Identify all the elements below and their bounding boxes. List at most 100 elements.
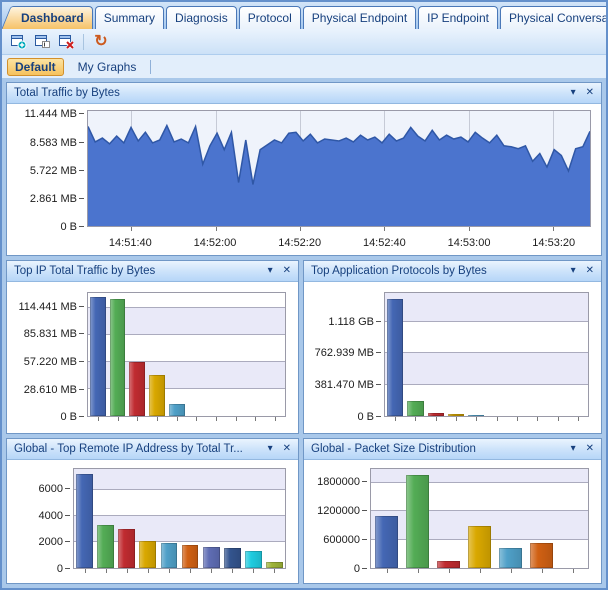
bar (530, 542, 553, 568)
y-tick-label: 0 (353, 563, 360, 575)
bar (181, 544, 199, 568)
x-tick-label: 14:52:00 (193, 237, 237, 249)
y-tick-label: 28.610 MB (23, 383, 77, 396)
bar (139, 541, 157, 568)
tab-protocol[interactable]: Protocol (238, 6, 301, 29)
panel-title: Global - Packet Size Distribution (311, 443, 476, 455)
panel-title: Total Traffic by Bytes (14, 87, 120, 99)
x-slot-tick (232, 569, 234, 573)
x-tick-label: 14:51:40 (108, 237, 152, 249)
rename-dashboard-window-button[interactable] (32, 32, 52, 52)
panel-header: Total Traffic by Bytes ▾ ✕ (7, 83, 601, 104)
gridline (74, 514, 285, 516)
traffic-area-series (88, 111, 590, 226)
subtab-default[interactable]: Default (7, 57, 64, 76)
bar (387, 298, 404, 416)
panel-top-protocols: Top Application Protocols by Bytes ▾ ✕ 0… (303, 260, 602, 434)
x-slot-tick (395, 417, 397, 421)
panel-packet-size: Global - Packet Size Distribution ▾ ✕ 0 6… (303, 438, 602, 584)
x-slot-tick (386, 569, 388, 573)
y-tick (79, 169, 84, 171)
panel-menu-icon[interactable]: ▾ (268, 444, 273, 454)
reset-graphs-button[interactable]: ↻ (91, 32, 111, 52)
dashboard-area: Total Traffic by Bytes ▾ ✕ 0 B 2.861 MB 5.… (2, 78, 606, 588)
bar (468, 414, 485, 416)
panel-close-icon[interactable]: ✕ (586, 266, 594, 276)
y-tick-label: 600000 (323, 534, 360, 547)
panel-top-ip: Top IP Total Traffic by Bytes ▾ ✕ 0 B 28.… (6, 260, 299, 434)
panel-menu-icon[interactable]: ▾ (571, 444, 576, 454)
tab-ip-endpoint[interactable]: IP Endpoint (418, 6, 498, 29)
tab-physical-conversation[interactable]: Physical Conversation (499, 6, 606, 29)
y-tick (79, 416, 84, 417)
panel-close-icon[interactable]: ✕ (283, 444, 291, 454)
x-tick (468, 227, 470, 231)
panel-title: Top Application Protocols by Bytes (311, 265, 487, 277)
delete-dashboard-window-button[interactable] (56, 32, 76, 52)
y-axis-labels: 0 B 28.610 MB 57.220 MB 85.831 MB 114.441 MB (7, 292, 85, 423)
y-tick (362, 481, 367, 483)
x-slot-tick (479, 569, 481, 573)
x-tick (215, 227, 217, 231)
panel-close-icon[interactable]: ✕ (586, 88, 594, 98)
bar (406, 474, 429, 568)
panel-close-icon[interactable]: ✕ (283, 266, 291, 276)
bar (244, 551, 262, 568)
y-tick (376, 416, 381, 417)
bar (97, 525, 115, 568)
x-slot-tick (168, 569, 170, 573)
delete-dashboard-window-icon (58, 35, 74, 50)
panel-menu-icon[interactable]: ▾ (571, 266, 576, 276)
grid-band (385, 293, 588, 323)
x-slot-tick (275, 417, 277, 421)
top-ip-chart: 0 B 28.610 MB 57.220 MB 85.831 MB 114.441 MB (7, 282, 298, 433)
grid-band (385, 322, 588, 354)
dashboard-subtabs: Default My Graphs (2, 55, 606, 78)
panel-menu-icon[interactable]: ▾ (571, 88, 576, 98)
y-tick (79, 113, 84, 115)
x-tick (384, 227, 386, 231)
x-slot-tick (417, 569, 419, 573)
y-axis-labels: 0 B 2.861 MB 5.722 MB 8.583 MB 11.444 MB (7, 108, 85, 233)
panel-header: Top IP Total Traffic by Bytes ▾ ✕ (7, 261, 298, 282)
y-tick-label: 381.470 MB (314, 379, 374, 392)
y-tick-label: 6000 (38, 483, 63, 496)
y-tick-label: 2000 (38, 536, 63, 549)
x-slot-tick (557, 417, 559, 421)
bar (118, 528, 136, 568)
packet-size-plot (370, 468, 589, 573)
y-tick-label: 1200000 (317, 505, 360, 518)
x-slot-tick (84, 569, 86, 573)
gridline (74, 488, 285, 490)
reset-icon: ↻ (94, 32, 108, 50)
tab-physical-endpoint[interactable]: Physical Endpoint (302, 6, 417, 29)
panel-header: Global - Packet Size Distribution ▾ ✕ (304, 439, 601, 460)
y-tick (79, 305, 84, 307)
gridline (385, 352, 588, 354)
x-tick (131, 227, 133, 231)
x-tick-label: 14:52:40 (362, 237, 406, 249)
x-slot-tick (456, 417, 458, 421)
tab-dashboard[interactable]: Dashboard (12, 6, 93, 29)
x-slot-tick (255, 417, 257, 421)
subtab-my-graphs[interactable]: My Graphs (71, 58, 144, 76)
y-tick-label: 1800000 (317, 476, 360, 489)
y-tick-label: 0 B (60, 411, 77, 423)
y-axis-labels: 0 2000 4000 6000 (7, 468, 71, 575)
total-traffic-plot (87, 110, 591, 231)
x-slot-tick (415, 417, 417, 421)
tab-diagnosis[interactable]: Diagnosis (166, 6, 237, 29)
y-tick (65, 541, 70, 543)
top-ip-plot (87, 292, 286, 421)
top-protocols-chart: 0 B 381.470 MB 762.939 MB 1.118 GB (304, 282, 601, 433)
x-tick (552, 227, 554, 231)
gridline (371, 510, 588, 512)
panel-menu-icon[interactable]: ▾ (268, 266, 273, 276)
tab-summary[interactable]: Summary (94, 6, 165, 29)
panel-close-icon[interactable]: ✕ (586, 444, 594, 454)
rename-dashboard-window-icon (34, 35, 50, 48)
grid-band (74, 469, 285, 490)
gridline (371, 482, 588, 484)
toolbar-separator (83, 33, 84, 50)
new-dashboard-window-button[interactable] (8, 32, 28, 52)
